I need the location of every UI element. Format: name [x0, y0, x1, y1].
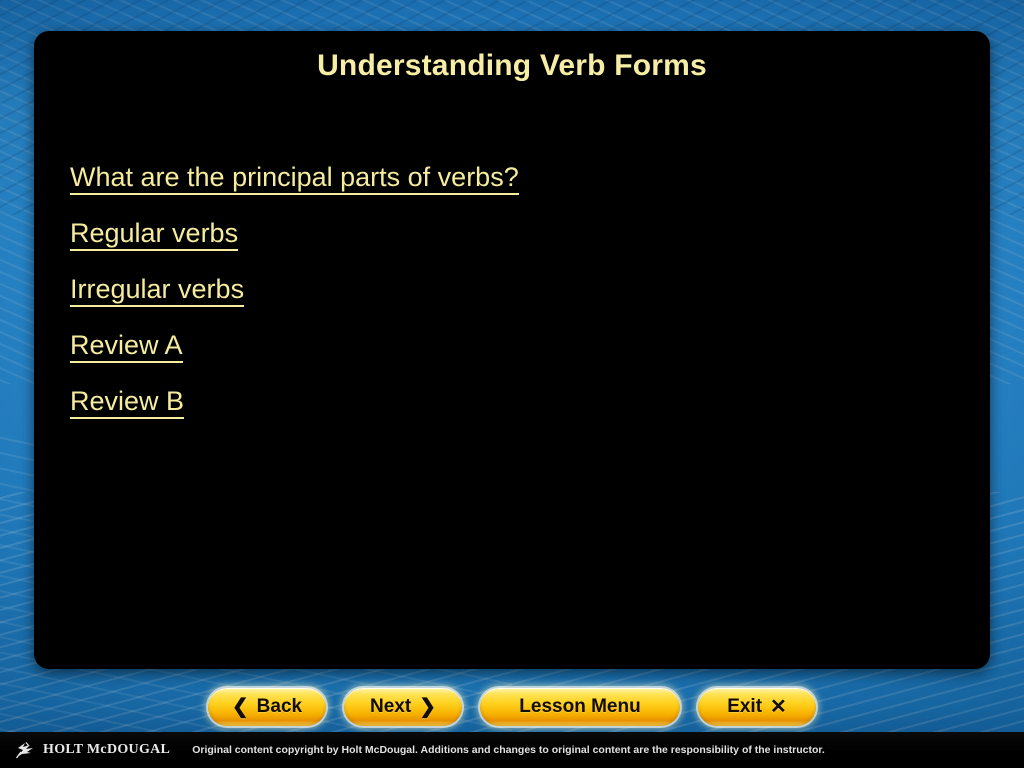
lesson-link-regular-verbs[interactable]: Regular verbs [70, 205, 950, 261]
copyright-notice: Original content copyright by Holt McDou… [192, 744, 825, 756]
next-button[interactable]: Next ❯ [344, 688, 462, 726]
lesson-link-principal-parts[interactable]: What are the principal parts of verbs? [70, 149, 950, 205]
lesson-menu-button[interactable]: Lesson Menu [480, 688, 680, 726]
lesson-link-list: What are the principal parts of verbs? R… [70, 149, 950, 429]
back-button-label: Back [256, 696, 303, 717]
presentation-slide: Understanding Verb Forms What are the pr… [0, 0, 1024, 768]
exit-button[interactable]: Exit ✕ [698, 688, 816, 726]
brand-logo: HOLT McDOUGAL [14, 740, 170, 760]
brand-name: HOLT McDOUGAL [43, 742, 171, 757]
page-title: Understanding Verb Forms [317, 49, 707, 82]
chevron-left-icon: ❮ [231, 696, 249, 718]
holt-mcdougal-bird-icon [15, 742, 33, 759]
next-button-label: Next [370, 696, 412, 717]
lesson-link-label: What are the principal parts of verbs? [70, 162, 519, 195]
lesson-menu-button-label: Lesson Menu [519, 696, 641, 717]
close-x-icon: ✕ [770, 696, 787, 718]
chevron-right-icon: ❯ [419, 696, 436, 718]
content-panel: Understanding Verb Forms What are the pr… [34, 31, 990, 669]
slide-navigation-bar: ❮ Back Next ❯ Lesson Menu Exit ✕ [0, 686, 1024, 728]
lesson-link-review-a[interactable]: Review A [70, 317, 950, 373]
back-button[interactable]: ❮ Back [208, 688, 326, 726]
lesson-link-label: Irregular verbs [70, 274, 245, 307]
lesson-link-irregular-verbs[interactable]: Irregular verbs [70, 261, 950, 317]
lesson-link-label: Regular verbs [70, 218, 239, 251]
lesson-link-label: Review B [70, 386, 185, 419]
exit-button-label: Exit [727, 696, 763, 717]
lesson-link-review-b[interactable]: Review B [70, 373, 950, 429]
footer-bar: HOLT McDOUGAL Original content copyright… [0, 732, 1024, 768]
lesson-link-label: Review A [70, 330, 183, 363]
